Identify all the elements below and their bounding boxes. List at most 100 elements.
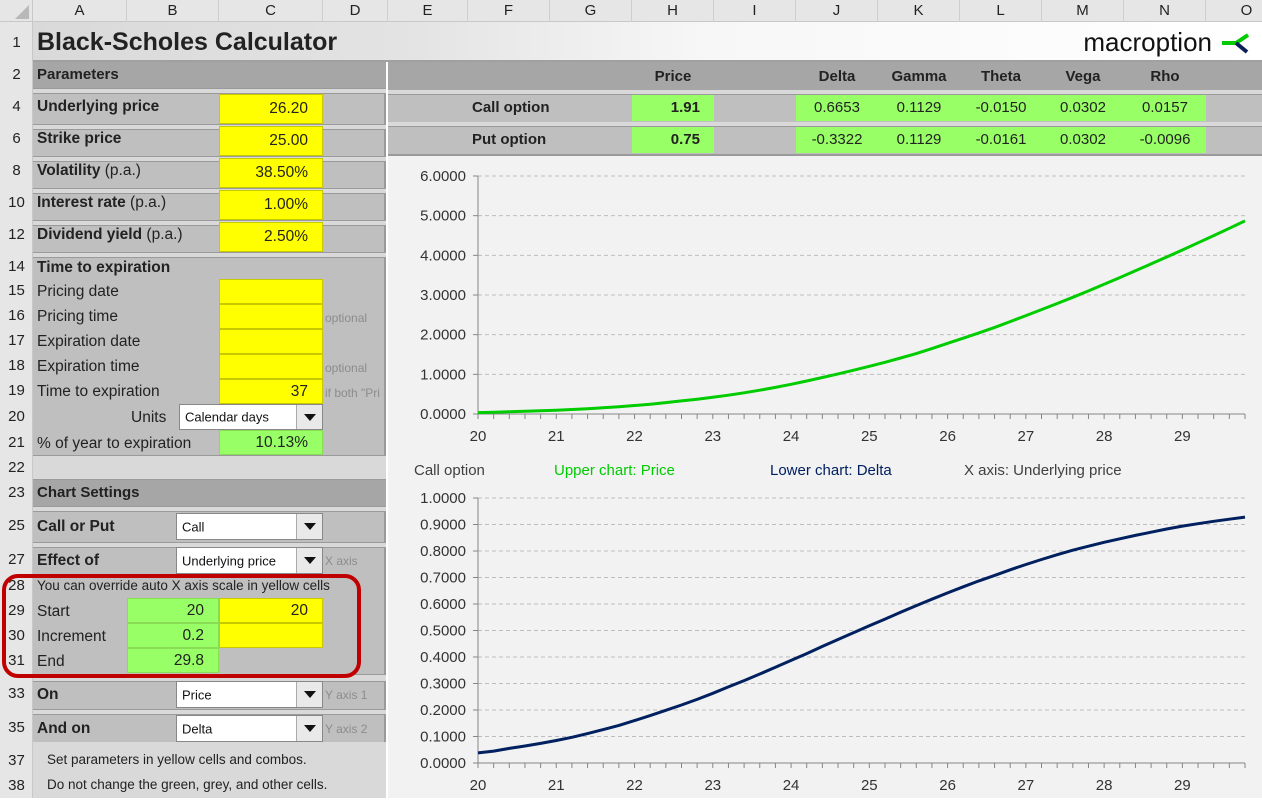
column-header-c[interactable]: C xyxy=(219,0,323,22)
call-or-put-dropdown-button[interactable] xyxy=(296,514,322,539)
call-or-put-selected: Call xyxy=(182,519,204,534)
row-header[interactable]: 4 xyxy=(0,98,33,115)
column-header-l[interactable]: L xyxy=(960,0,1042,22)
row-spacer xyxy=(33,88,386,94)
y-axis-2-note: Y axis 2 xyxy=(325,722,367,736)
call-rho-value: 0.0157 xyxy=(1124,95,1206,121)
pricing-date-input[interactable] xyxy=(219,279,323,304)
row-header[interactable]: 8 xyxy=(0,162,33,179)
time-to-expiration-input[interactable]: 37 xyxy=(219,379,323,404)
row-header[interactable]: 15 xyxy=(0,282,33,299)
column-header-n[interactable]: N xyxy=(1124,0,1206,22)
select-all-button[interactable] xyxy=(0,0,33,22)
row-header[interactable]: 37 xyxy=(0,752,33,769)
column-header-e[interactable]: E xyxy=(388,0,468,22)
upper-price-chart[interactable]: 0.00001.00002.00003.00004.00005.00006.00… xyxy=(388,156,1262,456)
pricing-time-input[interactable] xyxy=(219,304,323,329)
x-tick-label: 24 xyxy=(783,428,800,445)
units-combo[interactable]: Calendar days xyxy=(179,404,323,430)
y-tick-label: 0.3000 xyxy=(420,676,466,693)
row-header[interactable]: 20 xyxy=(0,408,33,425)
y-tick-label: 0.5000 xyxy=(420,623,466,640)
y-axis-2-combo[interactable]: Delta xyxy=(176,715,323,742)
row-header[interactable]: 6 xyxy=(0,130,33,147)
row-header[interactable]: 18 xyxy=(0,357,33,374)
column-header-j[interactable]: J xyxy=(796,0,878,22)
expiration-time-input[interactable] xyxy=(219,354,323,379)
effect-of-dropdown-button[interactable] xyxy=(296,548,322,573)
price-header: Price xyxy=(632,68,714,85)
put-option-label: Put option xyxy=(472,131,546,148)
row-header[interactable]: 35 xyxy=(0,719,33,736)
column-header-d[interactable]: D xyxy=(323,0,388,22)
call-price-value: 1.91 xyxy=(632,95,714,121)
column-header-b[interactable]: B xyxy=(127,0,219,22)
x-tick-label: 26 xyxy=(939,428,956,445)
strike-price-input[interactable]: 25.00 xyxy=(219,126,323,156)
units-label: Units xyxy=(131,409,166,427)
macroption-logo[interactable]: macroption xyxy=(1083,27,1250,58)
units-dropdown-button[interactable] xyxy=(296,405,322,429)
x-tick-label: 22 xyxy=(626,777,643,794)
column-header-f[interactable]: F xyxy=(468,0,550,22)
parameters-header: Parameters xyxy=(33,62,386,88)
override-highlight-box xyxy=(2,574,361,678)
chevron-down-icon xyxy=(304,414,316,421)
put-price-value: 0.75 xyxy=(632,127,714,153)
x-tick-label: 21 xyxy=(548,428,565,445)
y-axis-2-dropdown-button[interactable] xyxy=(296,716,322,741)
rho-header: Rho xyxy=(1124,68,1206,85)
legend-upper: Upper chart: Price xyxy=(554,462,675,479)
y-axis-1-dropdown-button[interactable] xyxy=(296,682,322,707)
call-or-put-combo[interactable]: Call xyxy=(176,513,323,540)
underlying-price-label: Underlying price xyxy=(37,98,159,116)
row-header[interactable]: 10 xyxy=(0,194,33,211)
row-header[interactable]: 33 xyxy=(0,685,33,702)
pricing-time-note: optional xyxy=(325,311,367,325)
put-delta-value: -0.3322 xyxy=(796,127,878,153)
interest-rate-input[interactable]: 1.00% xyxy=(219,190,323,220)
row-header[interactable]: 25 xyxy=(0,517,33,534)
row-header[interactable]: 27 xyxy=(0,551,33,568)
y-axis-1-selected: Price xyxy=(182,687,212,702)
put-option-row: Put option 0.75 -0.3322 0.1129 -0.0161 0… xyxy=(388,126,1262,154)
row-header[interactable]: 21 xyxy=(0,434,33,451)
legend-lower: Lower chart: Delta xyxy=(770,462,892,479)
column-header-h[interactable]: H xyxy=(632,0,714,22)
y-tick-label: 2.0000 xyxy=(420,327,466,344)
column-header-g[interactable]: G xyxy=(550,0,632,22)
row-header[interactable]: 2 xyxy=(0,66,33,83)
legend-xaxis: X axis: Underlying price xyxy=(964,462,1122,479)
volatility-input[interactable]: 38.50% xyxy=(219,158,323,188)
row-headers: 1 2 4 6 8 10 12 14 15 16 17 18 19 20 21 … xyxy=(0,22,33,798)
x-tick-label: 20 xyxy=(470,428,487,445)
title-bar: Black-Scholes Calculator macroption xyxy=(33,22,1262,62)
row-header[interactable]: 14 xyxy=(0,258,33,275)
row-header[interactable]: 19 xyxy=(0,382,33,399)
column-header-m[interactable]: M xyxy=(1042,0,1124,22)
lower-delta-chart[interactable]: 0.00000.10000.20000.30000.40000.50000.60… xyxy=(388,484,1262,800)
put-vega-value: 0.0302 xyxy=(1042,127,1124,153)
row-header[interactable]: 1 xyxy=(0,34,33,51)
effect-of-combo[interactable]: Underlying price xyxy=(176,547,323,574)
put-gamma-value: 0.1129 xyxy=(878,127,960,153)
expiration-date-input[interactable] xyxy=(219,329,323,354)
row-header[interactable]: 38 xyxy=(0,777,33,794)
underlying-price-input[interactable]: 26.20 xyxy=(219,94,323,124)
gamma-header: Gamma xyxy=(878,68,960,85)
column-header-o[interactable]: O xyxy=(1206,0,1262,22)
row-header[interactable]: 17 xyxy=(0,332,33,349)
column-header-i[interactable]: I xyxy=(714,0,796,22)
row-header[interactable]: 16 xyxy=(0,307,33,324)
dividend-yield-input[interactable]: 2.50% xyxy=(219,222,323,252)
row-header[interactable]: 23 xyxy=(0,484,33,501)
row-header[interactable]: 22 xyxy=(0,459,33,476)
chevron-down-icon xyxy=(304,523,316,530)
y-axis-1-combo[interactable]: Price xyxy=(176,681,323,708)
row-header[interactable]: 12 xyxy=(0,226,33,243)
y-tick-label: 0.7000 xyxy=(420,570,466,587)
call-option-label: Call option xyxy=(472,99,550,116)
put-rho-value: -0.0096 xyxy=(1124,127,1206,153)
column-header-k[interactable]: K xyxy=(878,0,960,22)
column-header-a[interactable]: A xyxy=(33,0,127,22)
